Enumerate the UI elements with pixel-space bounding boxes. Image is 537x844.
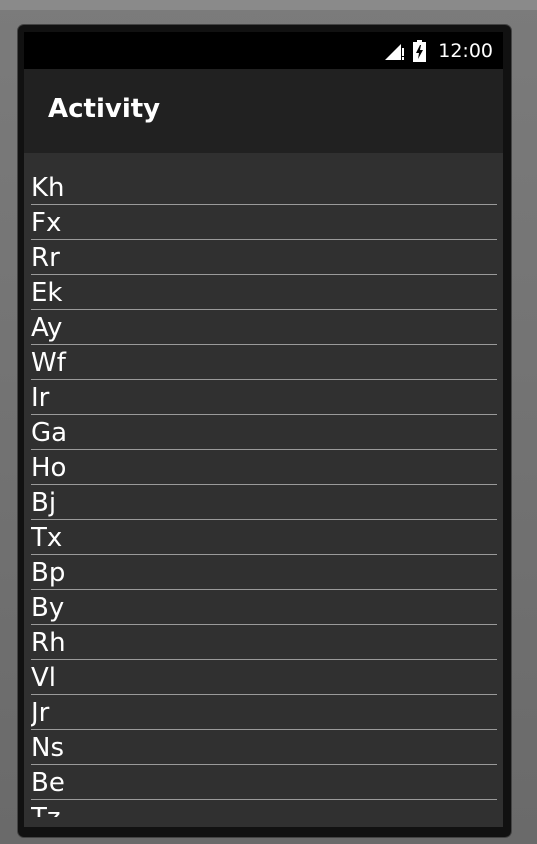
list-item[interactable]: Ga [31,415,497,450]
emulator-frame: 12:00 Activity Kh Fx Rr Ek Ay Wf Ir Ga H… [0,0,537,844]
list-item[interactable]: Be [31,765,497,800]
list-item[interactable]: Tx [31,520,497,555]
battery-icon [413,39,427,62]
status-bar: 12:00 [24,32,503,69]
list-item[interactable]: Ir [31,380,497,415]
list-item[interactable]: Tz [31,800,497,817]
list-item[interactable]: Ay [31,310,497,345]
list-item[interactable]: Ns [31,730,497,765]
device-screen: 12:00 Activity Kh Fx Rr Ek Ay Wf Ir Ga H… [24,32,503,827]
status-icons: 12:00 [385,32,493,69]
list-item[interactable]: Rh [31,625,497,660]
list-item[interactable]: Rr [31,240,497,275]
list-item[interactable]: Vl [31,660,497,695]
list-item[interactable]: Bp [31,555,497,590]
list-item[interactable]: Kh [31,170,497,205]
window-top-edge [0,0,537,10]
list-item[interactable]: Ek [31,275,497,310]
list-item[interactable]: Jr [31,695,497,730]
status-clock: 12:00 [438,39,493,62]
action-bar: Activity [24,69,503,153]
item-list[interactable]: Kh Fx Rr Ek Ay Wf Ir Ga Ho Bj Tx Bp By R… [24,153,503,817]
activity-title: Activity [48,94,161,124]
list-item[interactable]: Wf [31,345,497,380]
list-item[interactable]: By [31,590,497,625]
list-item[interactable]: Fx [31,205,497,240]
list-item[interactable]: Ho [31,450,497,485]
list-item[interactable]: Bj [31,485,497,520]
signal-icon [385,42,405,60]
